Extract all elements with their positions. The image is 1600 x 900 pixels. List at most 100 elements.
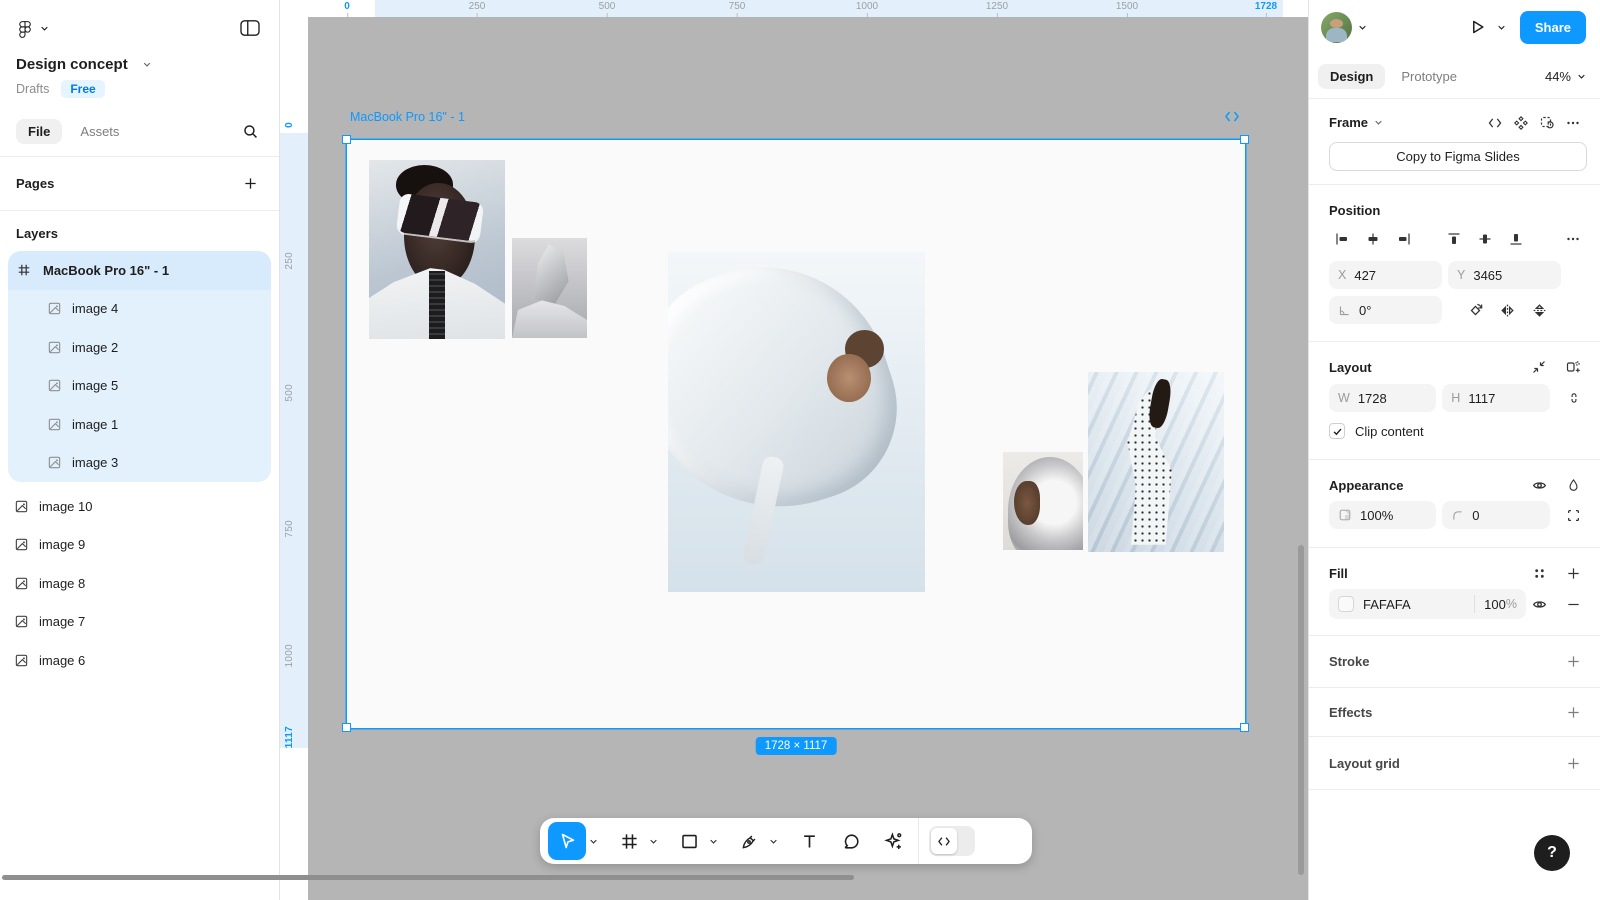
- selection-handle-bottom-left[interactable]: [342, 723, 351, 732]
- dev-code-icon[interactable]: [1482, 110, 1508, 136]
- figma-logo-icon[interactable]: [16, 16, 34, 40]
- independent-corners-icon[interactable]: [1562, 502, 1586, 528]
- layer-row-image-7[interactable]: image 7: [0, 603, 279, 642]
- selection-handle-top-right[interactable]: [1240, 135, 1249, 144]
- text-tool-button[interactable]: [792, 824, 826, 858]
- canvas-image-4[interactable]: [369, 160, 505, 339]
- frame-dev-code-icon[interactable]: [1224, 110, 1240, 123]
- zoom-menu[interactable]: 44%: [1545, 69, 1586, 84]
- canvas-image-5[interactable]: [668, 252, 925, 592]
- canvas-image-3[interactable]: [1088, 372, 1224, 552]
- help-button[interactable]: ?: [1534, 835, 1570, 871]
- search-icon[interactable]: [237, 118, 263, 144]
- present-chevron-icon[interactable]: [1497, 24, 1506, 31]
- rotation-field[interactable]: 0°: [1329, 296, 1442, 324]
- create-component-icon[interactable]: [1508, 110, 1534, 136]
- user-avatar[interactable]: [1321, 12, 1352, 43]
- layer-row-image-1[interactable]: image 1: [8, 405, 271, 444]
- fill-styles-icon[interactable]: [1526, 560, 1552, 586]
- frame-tool-button[interactable]: [612, 824, 646, 858]
- constrain-proportions-icon[interactable]: [1562, 385, 1586, 411]
- add-effect-icon[interactable]: [1560, 699, 1586, 725]
- comment-tool-button[interactable]: [834, 824, 868, 858]
- canvas-vertical-scrollbar[interactable]: [1298, 545, 1304, 875]
- align-right-icon[interactable]: [1391, 226, 1417, 252]
- copy-to-figma-slides-button[interactable]: Copy to Figma Slides: [1329, 142, 1587, 171]
- layer-name: image 8: [39, 576, 85, 591]
- more-alignment-icon[interactable]: [1560, 226, 1586, 252]
- rotate-icon[interactable]: [1462, 297, 1488, 323]
- corner-radius-field[interactable]: 0: [1442, 501, 1549, 529]
- resize-to-fit-icon[interactable]: [1526, 354, 1552, 380]
- add-page-button[interactable]: [237, 171, 263, 197]
- image-layer-icon: [47, 301, 63, 316]
- selected-frame[interactable]: [347, 140, 1245, 728]
- align-top-icon[interactable]: [1441, 226, 1467, 252]
- avatar-chevron-icon[interactable]: [1358, 24, 1367, 31]
- present-play-button[interactable]: [1465, 14, 1491, 40]
- fill-visibility-eye-icon[interactable]: [1526, 591, 1552, 617]
- align-left-icon[interactable]: [1329, 226, 1355, 252]
- selection-type-chevron-icon[interactable]: [1374, 119, 1383, 126]
- selection-handle-bottom-right[interactable]: [1240, 723, 1249, 732]
- copy-as-icon[interactable]: [1534, 110, 1560, 136]
- align-horizontal-center-icon[interactable]: [1360, 226, 1386, 252]
- selection-type-label[interactable]: Frame: [1329, 115, 1368, 130]
- selection-handle-top-left[interactable]: [342, 135, 351, 144]
- add-fill-icon[interactable]: [1560, 560, 1586, 586]
- tab-file[interactable]: File: [16, 119, 62, 144]
- dev-mode-toggle[interactable]: [929, 826, 975, 856]
- actions-tool-button[interactable]: [876, 824, 910, 858]
- add-stroke-icon[interactable]: [1560, 649, 1586, 675]
- rectangle-tool-button[interactable]: [672, 824, 706, 858]
- layer-row-image-4[interactable]: image 4: [8, 290, 271, 329]
- pen-tool-button[interactable]: [732, 824, 766, 858]
- add-layout-grid-icon[interactable]: [1560, 750, 1586, 776]
- layer-row-image-8[interactable]: image 8: [0, 564, 279, 603]
- align-vertical-center-icon[interactable]: [1472, 226, 1498, 252]
- opacity-field[interactable]: 100%: [1329, 501, 1436, 529]
- visibility-eye-icon[interactable]: [1526, 472, 1552, 498]
- move-tool-button[interactable]: [548, 822, 586, 860]
- add-auto-layout-icon[interactable]: [1560, 354, 1586, 380]
- fill-color-swatch[interactable]: [1338, 596, 1354, 612]
- canvas-image-1[interactable]: [1003, 452, 1083, 550]
- breadcrumb-location[interactable]: Drafts: [16, 82, 49, 96]
- clip-content-checkbox[interactable]: [1329, 423, 1345, 439]
- tab-design[interactable]: Design: [1318, 64, 1385, 89]
- layer-row-image-2[interactable]: image 2: [8, 328, 271, 367]
- tab-prototype[interactable]: Prototype: [1389, 64, 1469, 89]
- height-field[interactable]: H 1117: [1442, 384, 1549, 412]
- y-position-field[interactable]: Y 3465: [1448, 261, 1561, 289]
- width-field[interactable]: W 1728: [1329, 384, 1436, 412]
- share-button[interactable]: Share: [1520, 11, 1586, 44]
- toggle-sidebar-button[interactable]: [237, 15, 263, 41]
- blend-mode-icon[interactable]: [1560, 472, 1586, 498]
- layer-row-image-6[interactable]: image 6: [0, 641, 279, 680]
- move-tool-chevron-icon[interactable]: [586, 838, 600, 845]
- canvas-horizontal-scrollbar[interactable]: [2, 875, 854, 880]
- pen-tool-chevron-icon[interactable]: [766, 838, 780, 845]
- more-options-icon[interactable]: [1560, 110, 1586, 136]
- canvas-image-2[interactable]: [512, 238, 587, 338]
- fill-color-field[interactable]: FAFAFA 100 %: [1329, 589, 1526, 619]
- image-layer-icon: [47, 417, 63, 432]
- x-position-field[interactable]: X 427: [1329, 261, 1442, 289]
- main-menu-chevron-icon[interactable]: [40, 25, 49, 32]
- layer-row-image-5[interactable]: image 5: [8, 367, 271, 406]
- document-title[interactable]: Design concept: [16, 56, 128, 73]
- frame-tool-chevron-icon[interactable]: [646, 838, 660, 845]
- tab-assets[interactable]: Assets: [68, 119, 131, 144]
- document-title-chevron-icon[interactable]: [142, 61, 152, 68]
- layer-row-image-10[interactable]: image 10: [0, 487, 279, 526]
- canvas[interactable]: 0 250 500 750 1000 1250 1500 1728 0 250 …: [280, 0, 1308, 900]
- shape-tool-chevron-icon[interactable]: [706, 838, 720, 845]
- layer-row-image-9[interactable]: image 9: [0, 526, 279, 565]
- layer-row-frame[interactable]: MacBook Pro 16" - 1: [8, 251, 271, 290]
- align-bottom-icon[interactable]: [1503, 226, 1529, 252]
- flip-vertical-icon[interactable]: [1526, 297, 1552, 323]
- remove-fill-icon[interactable]: [1560, 591, 1586, 617]
- frame-title-label[interactable]: MacBook Pro 16" - 1: [350, 110, 465, 124]
- layer-row-image-3[interactable]: image 3: [8, 444, 271, 483]
- flip-horizontal-icon[interactable]: [1494, 297, 1520, 323]
